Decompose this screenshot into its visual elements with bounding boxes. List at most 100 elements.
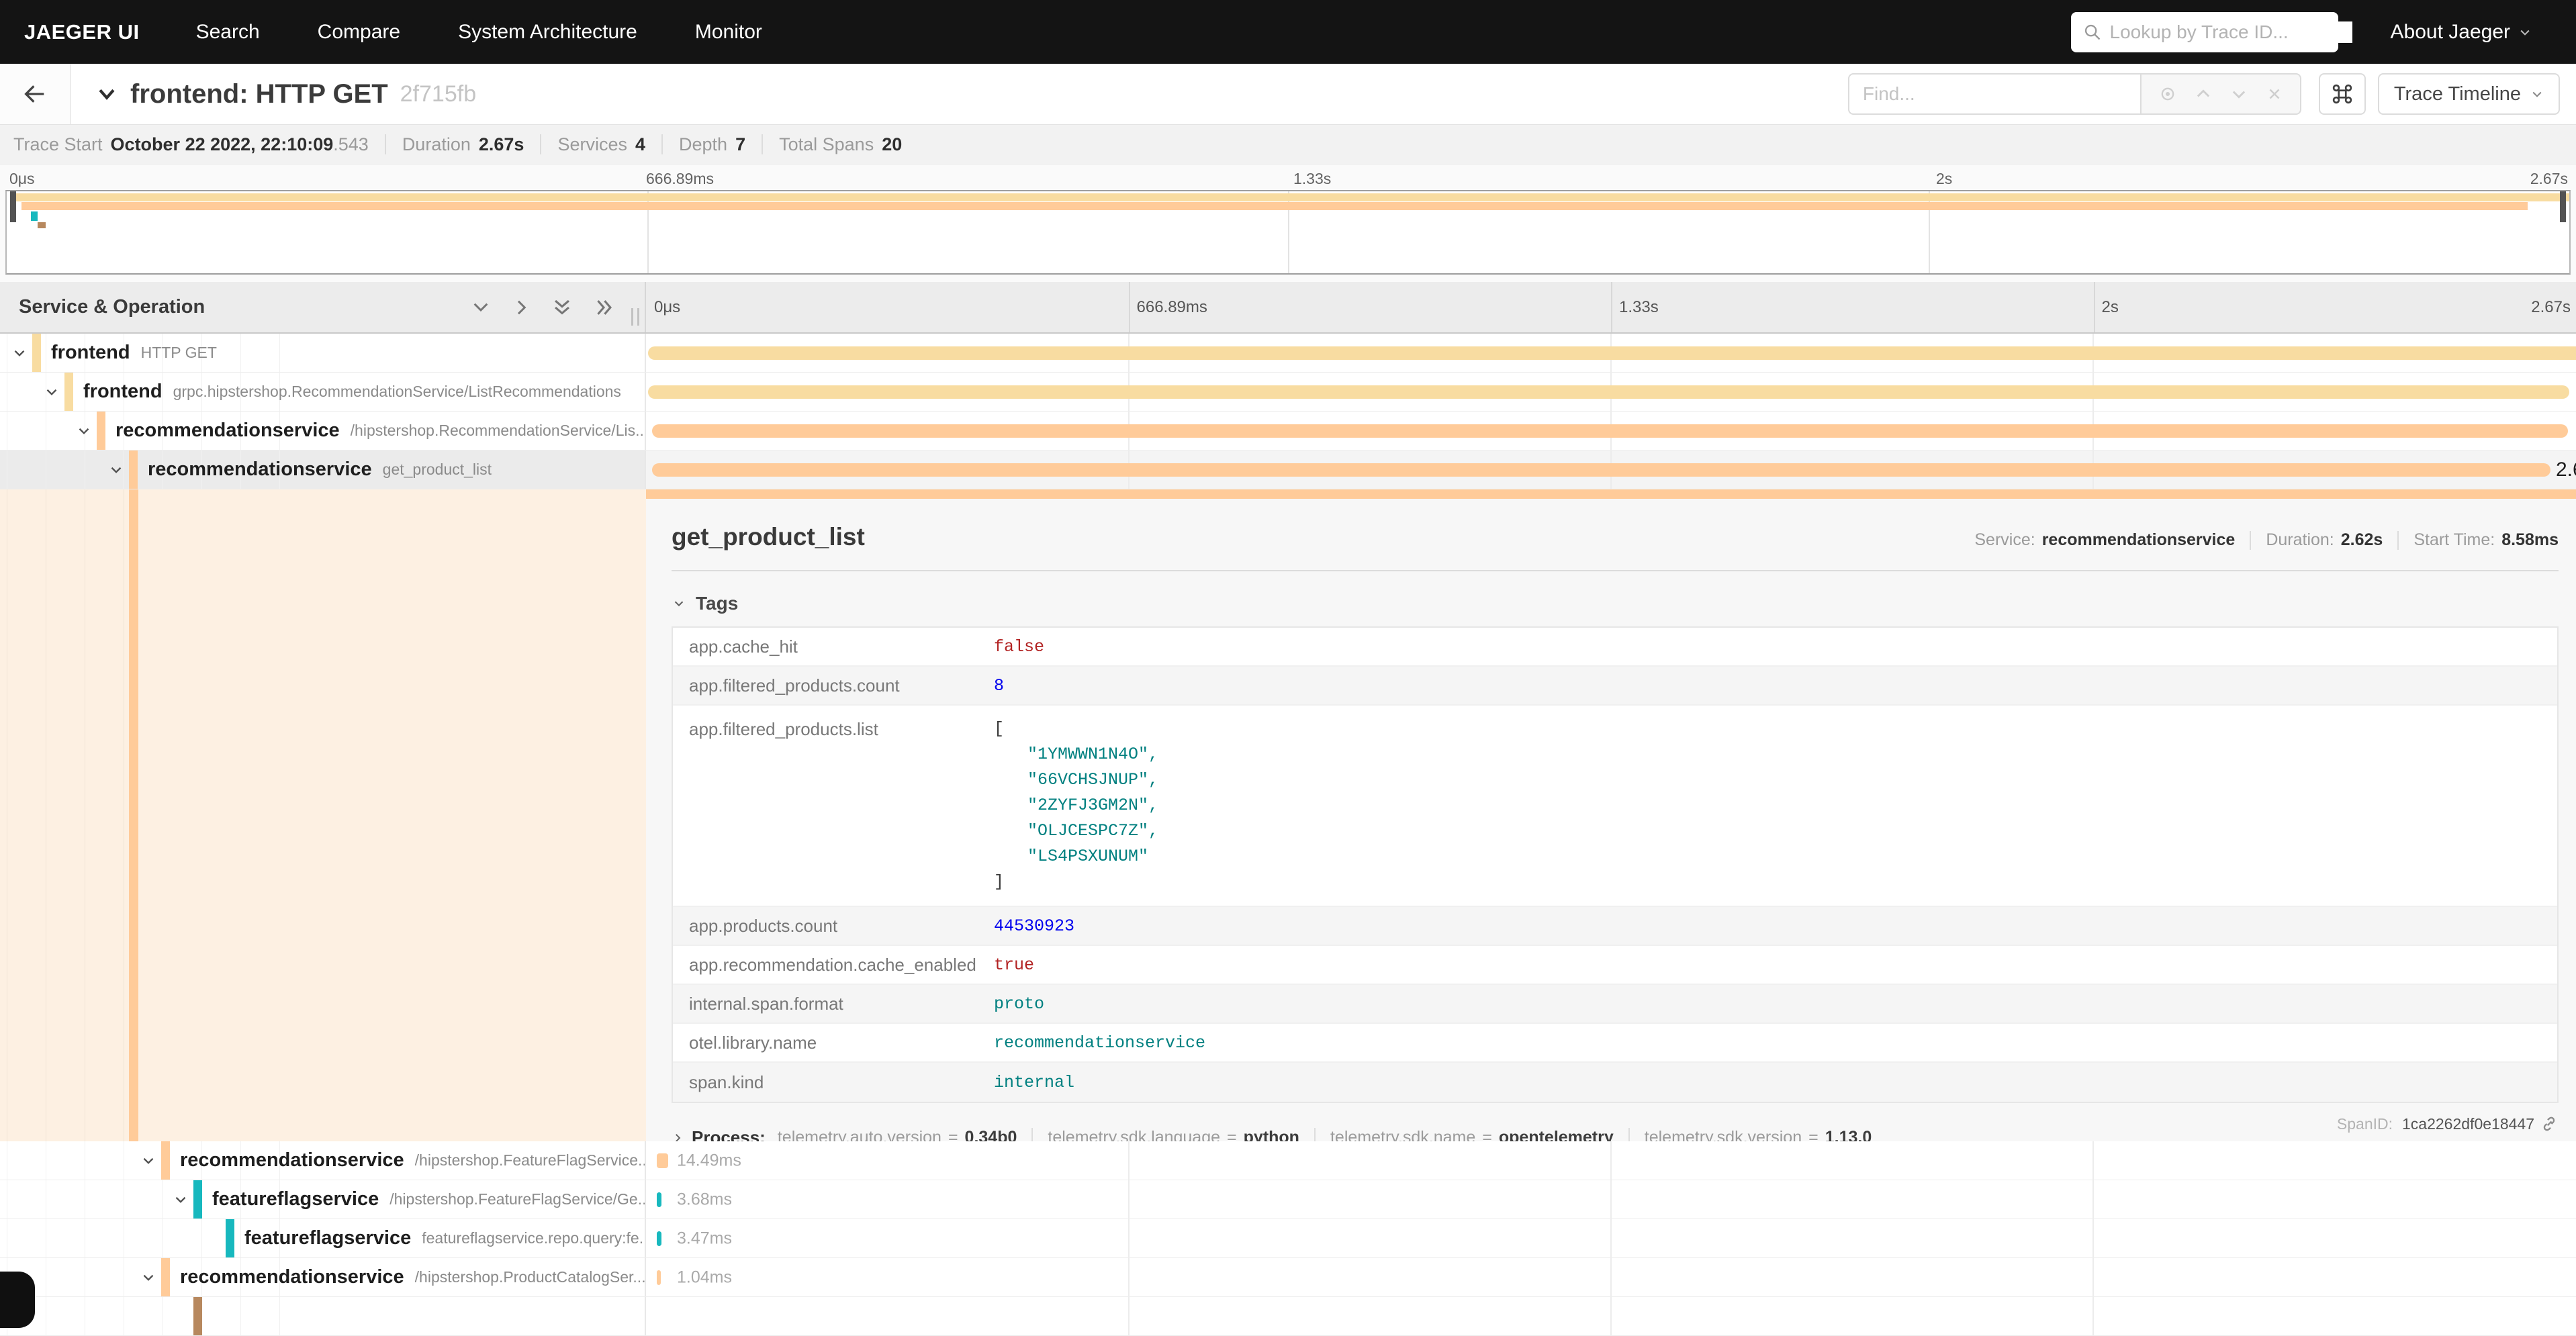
nav-item-search[interactable]: Search: [196, 21, 260, 44]
timeline-gridline: [1129, 282, 1130, 332]
nav-menu: Search Compare System Architecture Monit…: [196, 21, 762, 44]
span-row-frontend-http-get[interactable]: frontend HTTP GET: [0, 334, 2576, 373]
span-row-recommendationservice-list[interactable]: recommendationservice /hipstershop.Recom…: [0, 412, 2576, 450]
span-timeline-cell: 1.04ms: [646, 1258, 2576, 1296]
nav-item-monitor[interactable]: Monitor: [695, 21, 762, 44]
back-button[interactable]: [0, 64, 71, 124]
column-resizer-handle[interactable]: [631, 308, 639, 326]
expand-all-icon[interactable]: [592, 296, 615, 319]
span-name-cell: recommendationservice /hipstershop.Featu…: [0, 1141, 646, 1180]
span-row-frontend-grpc[interactable]: frontend grpc.hipstershop.Recommendation…: [0, 373, 2576, 412]
span-service: recommendationservice: [116, 420, 340, 442]
timeline-tick-0: 0μs: [654, 298, 680, 317]
find-input[interactable]: [1848, 73, 2140, 115]
nav-item-system-architecture[interactable]: System Architecture: [458, 21, 637, 44]
chevron-down-icon[interactable]: [11, 344, 28, 362]
span-service: frontend: [83, 381, 163, 403]
timeline-tick-1: 666.89ms: [1137, 298, 1207, 317]
span-row-featureflag-repo-query[interactable]: featureflagservice featureflagservice.re…: [0, 1219, 2576, 1258]
tags-section-toggle[interactable]: Tags: [672, 593, 2559, 614]
deep-link-icon[interactable]: [2540, 1114, 2559, 1133]
timeline-gridline: [1611, 282, 1612, 332]
span-operation: grpc.hipstershop.RecommendationService/L…: [173, 383, 621, 401]
span-row-reco-featureflag[interactable]: recommendationservice /hipstershop.Featu…: [0, 1141, 2576, 1180]
span-bar[interactable]: [657, 1231, 661, 1246]
timeline-header: 0μs 666.89ms 1.33s 2s 2.67s: [646, 282, 2576, 332]
span-timeline-cell: [646, 412, 2576, 450]
nav-item-compare[interactable]: Compare: [318, 21, 400, 44]
span-timeline-cell: [646, 1297, 2576, 1335]
json-line: ]: [994, 869, 1158, 895]
tree-controls: [470, 282, 615, 332]
minimap-span-productcatalogservice: [38, 222, 46, 228]
divider: [540, 134, 541, 154]
span-row-featureflag-get[interactable]: featureflagservice /hipstershop.FeatureF…: [0, 1180, 2576, 1219]
span-row-partial[interactable]: [0, 1297, 2576, 1336]
trace-id-lookup: [2071, 12, 2338, 52]
span-detail-title: get_product_list: [672, 523, 865, 551]
start-time-value: 8.58ms: [2501, 530, 2559, 550]
span-operation: get_product_list: [383, 461, 492, 479]
span-color-accent: [32, 334, 41, 372]
duration-label: Duration: [402, 134, 471, 155]
tag-row: app.filtered_products.list [ "1YMWWN1N4O…: [673, 706, 2557, 907]
tag-row: app.filtered_products.count 8: [673, 667, 2557, 706]
span-name-cell: [0, 1297, 646, 1335]
span-rows-top: frontend HTTP GET frontend grpc.hipsters…: [0, 334, 2576, 489]
next-result-icon[interactable]: [2229, 85, 2248, 103]
keyboard-shortcuts-button[interactable]: [2319, 73, 2366, 115]
chevron-down-icon[interactable]: [140, 1269, 157, 1286]
minimap-canvas[interactable]: [5, 190, 2571, 275]
trace-view-selector[interactable]: Trace Timeline: [2378, 73, 2560, 115]
span-bar[interactable]: [652, 424, 2568, 438]
span-bar[interactable]: [657, 1270, 661, 1285]
span-rows-bottom: recommendationservice /hipstershop.Featu…: [0, 1141, 2576, 1336]
span-id-label: SpanID:: [2337, 1115, 2393, 1133]
collapse-all-icon[interactable]: [551, 296, 573, 319]
span-name-cell: recommendationservice get_product_list: [0, 450, 646, 489]
span-color-accent: [97, 412, 105, 450]
span-bar[interactable]: [648, 346, 2576, 360]
span-color-accent: [64, 373, 73, 411]
minimap-left-scrubber[interactable]: [10, 191, 16, 222]
minimap-span-frontend: [15, 193, 2569, 201]
chevron-down-icon[interactable]: [140, 1152, 157, 1170]
divider: [2397, 531, 2399, 550]
tag-value: recommendationservice: [994, 1033, 1205, 1053]
prev-result-icon[interactable]: [2194, 85, 2213, 103]
span-bar[interactable]: [657, 1192, 661, 1207]
timeline-tick-4: 2.67s: [2531, 298, 2571, 317]
tag-value: 8: [994, 676, 1004, 696]
tag-key: app.filtered_products.list: [673, 716, 994, 740]
chevron-down-icon[interactable]: [43, 383, 60, 401]
divider: [672, 570, 2559, 571]
collapse-one-icon[interactable]: [470, 297, 492, 318]
span-operation: /hipstershop.RecommendationService/Lis..…: [351, 422, 645, 440]
service-value: recommendationservice: [2042, 530, 2236, 550]
minimap-tick-2: 1.33s: [1293, 170, 1331, 188]
clear-find-icon[interactable]: [2266, 85, 2283, 103]
timeline-gridline: [2094, 282, 2095, 332]
app-logo[interactable]: JAEGER UI: [24, 20, 140, 44]
chevron-down-icon[interactable]: [75, 422, 93, 440]
span-bar[interactable]: [652, 463, 2550, 477]
expand-one-icon[interactable]: [510, 297, 532, 318]
about-jaeger-menu[interactable]: About Jaeger: [2391, 21, 2532, 44]
about-jaeger-label: About Jaeger: [2391, 21, 2510, 44]
span-bar[interactable]: [648, 385, 2569, 399]
tag-key: app.filtered_products.count: [673, 675, 994, 696]
span-detail-content: get_product_list Service: recommendation…: [646, 489, 2576, 1141]
span-row-get-product-list-selected[interactable]: recommendationservice get_product_list 2…: [0, 450, 2576, 489]
tag-key: internal.span.format: [673, 994, 994, 1014]
minimap-right-scrubber[interactable]: [2560, 191, 2566, 222]
collapse-trace-chevron-icon[interactable]: [95, 83, 118, 105]
services-value: 4: [635, 134, 645, 155]
span-name-cell: frontend grpc.hipstershop.Recommendation…: [0, 373, 646, 411]
chevron-down-icon[interactable]: [107, 461, 125, 479]
find-controls: [2140, 73, 2301, 115]
span-bar[interactable]: [657, 1153, 668, 1168]
focus-match-icon[interactable]: [2158, 85, 2177, 103]
span-row-reco-productcatalog[interactable]: recommendationservice /hipstershop.Produ…: [0, 1258, 2576, 1297]
trace-id-lookup-input[interactable]: [2110, 21, 2352, 43]
chevron-down-icon[interactable]: [172, 1191, 189, 1208]
